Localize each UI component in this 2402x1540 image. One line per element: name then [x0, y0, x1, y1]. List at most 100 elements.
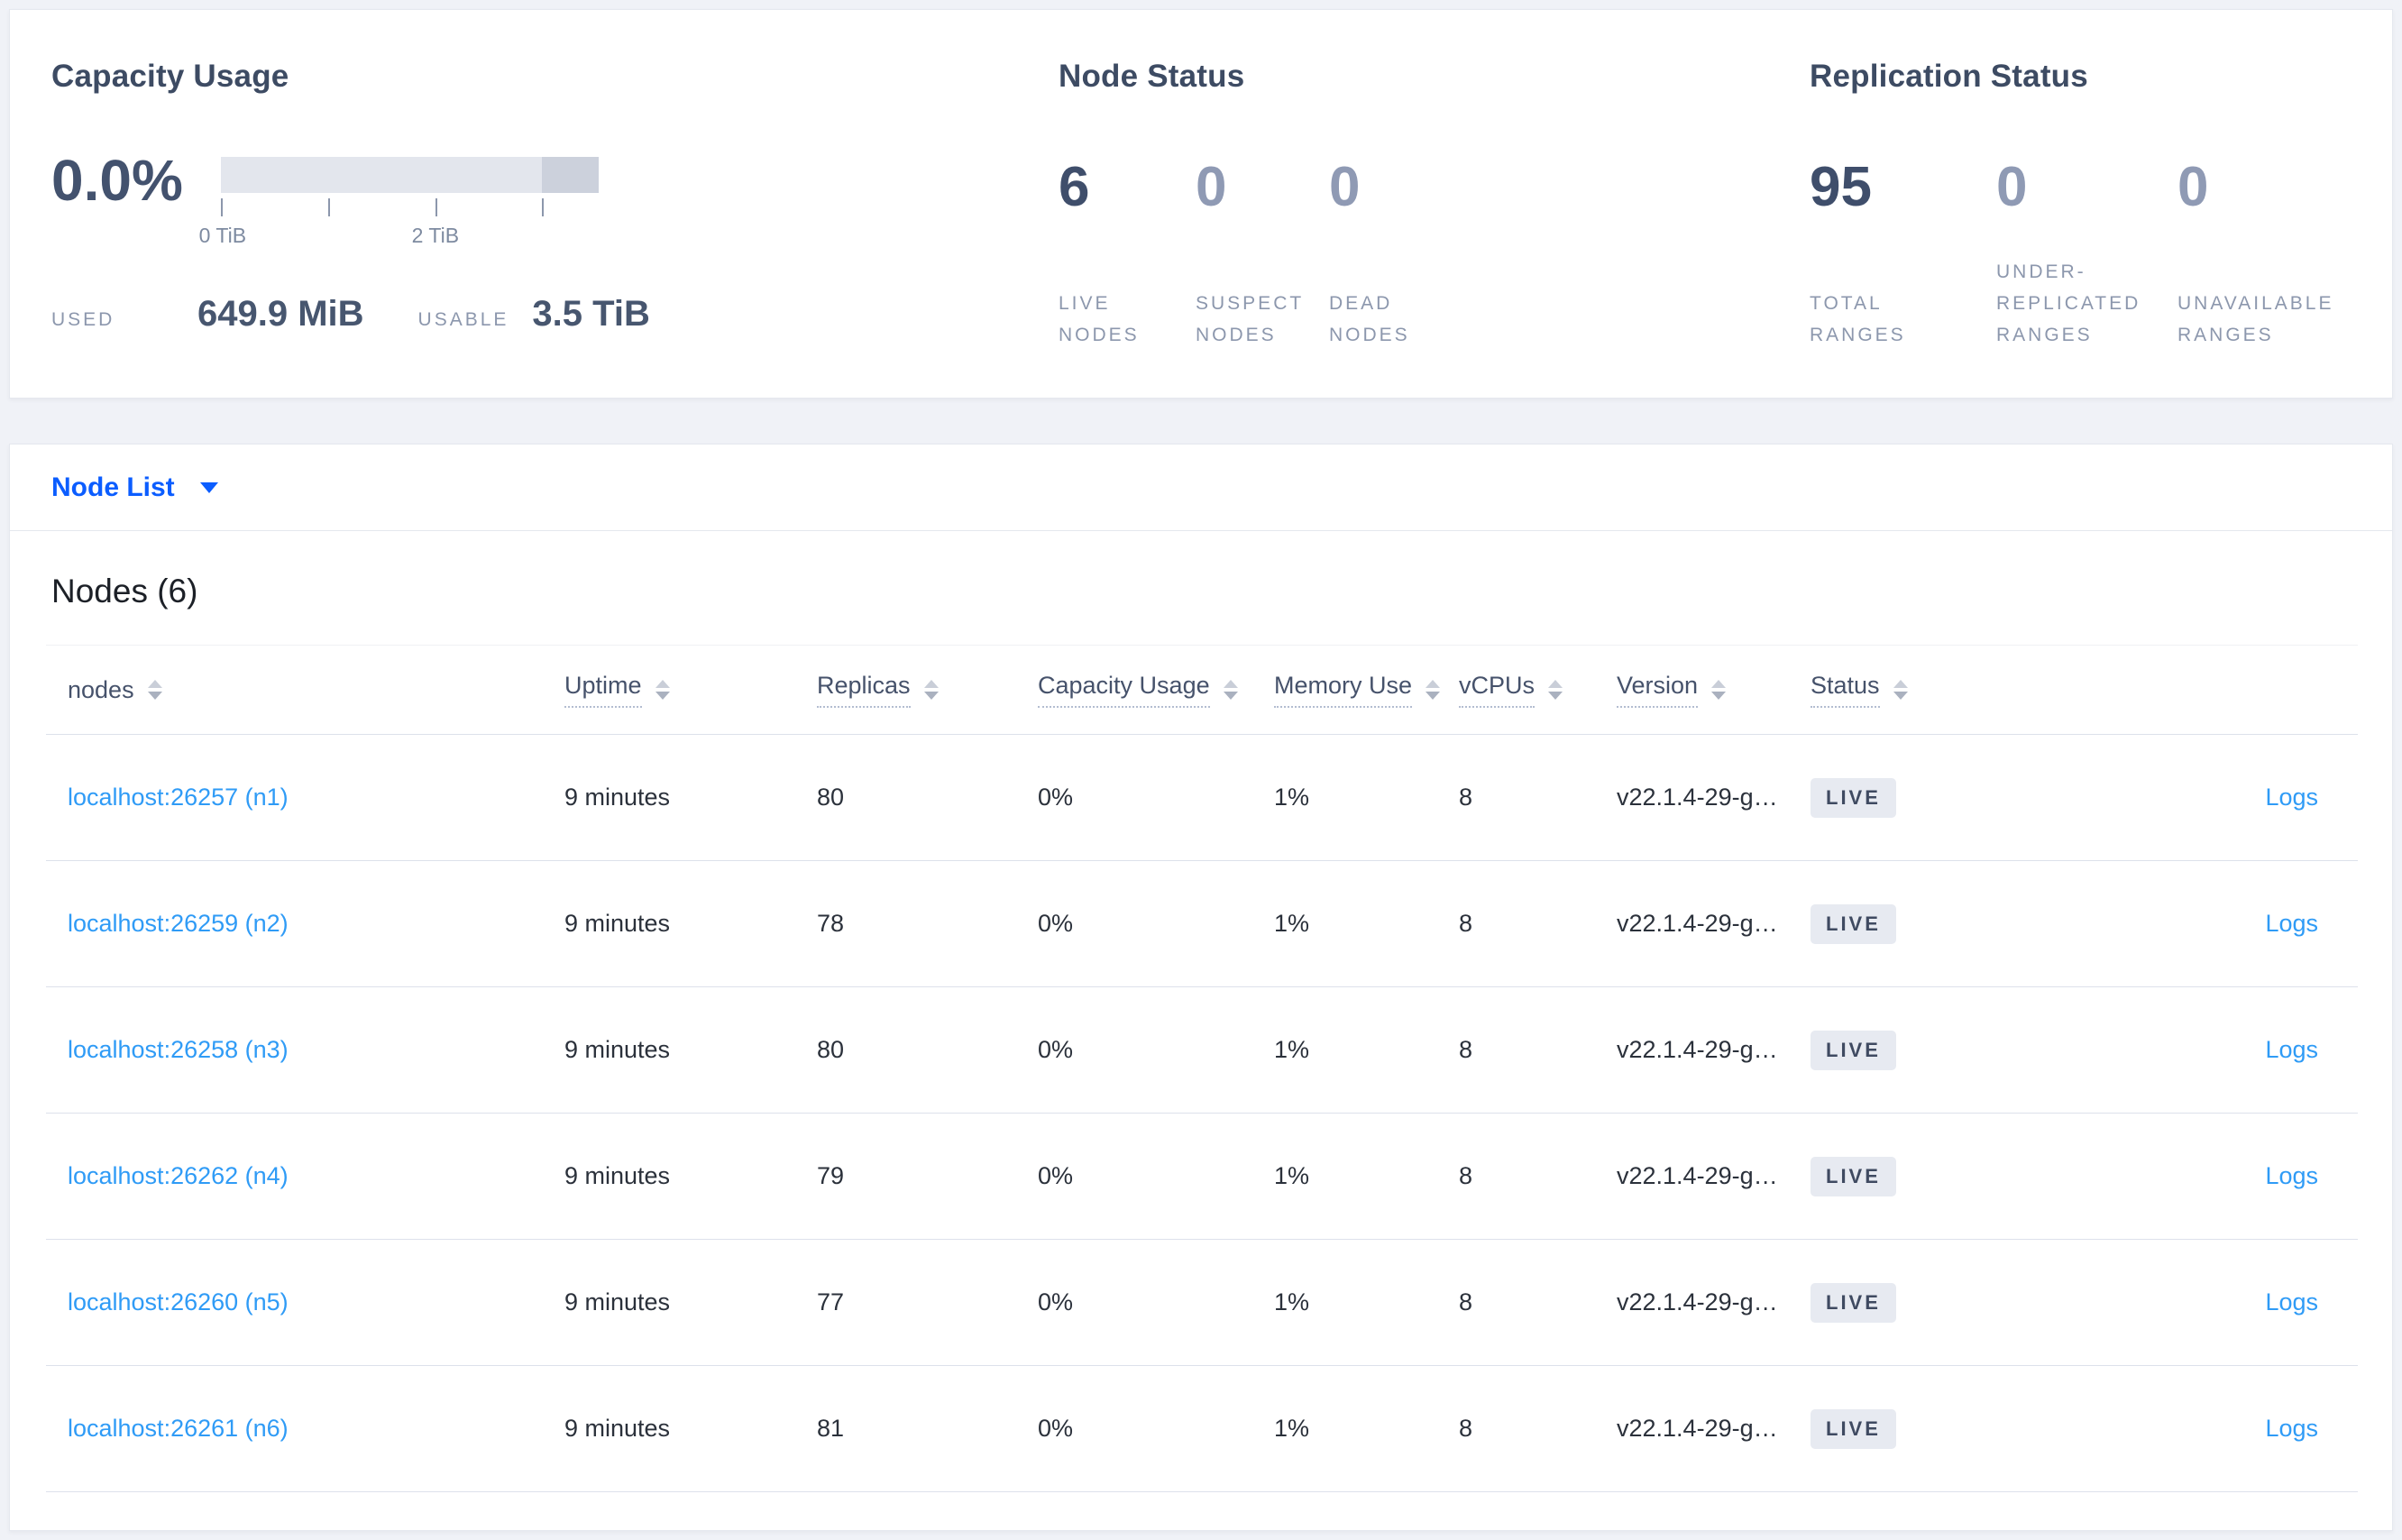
- replicas-cell: 77: [817, 1288, 845, 1315]
- capacity-usage-cell: 0%: [1038, 910, 1074, 937]
- unavailable-ranges-value: 0: [2177, 156, 2209, 218]
- vcpus-cell: 8: [1459, 1288, 1473, 1315]
- capacity-usage-cell: 0%: [1038, 1162, 1074, 1189]
- node-link[interactable]: localhost:26261 (n6): [68, 1415, 289, 1442]
- column-header-capacity-usage[interactable]: Capacity Usage: [1038, 672, 1274, 708]
- capacity-usage-cell: 0%: [1038, 1036, 1074, 1063]
- replicas-cell: 80: [817, 784, 845, 811]
- node-link[interactable]: localhost:26259 (n2): [68, 910, 289, 937]
- sort-icon: [655, 680, 670, 700]
- column-header-uptime[interactable]: Uptime: [564, 672, 817, 708]
- cluster-summary-card: Capacity Usage 0.0% 0 TiB 2 TiB USED 649…: [9, 9, 2393, 399]
- column-header-label: Status: [1811, 672, 1880, 708]
- uptime-cell: 9 minutes: [564, 1415, 671, 1442]
- sort-icon: [923, 680, 939, 700]
- node-list-dropdown[interactable]: Node List: [51, 472, 218, 503]
- sort-icon: [1711, 680, 1727, 700]
- node-link[interactable]: localhost:26258 (n3): [68, 1036, 289, 1063]
- sort-icon: [1426, 680, 1441, 700]
- version-cell: v22.1.4-29-g…: [1617, 1288, 1778, 1315]
- table-row: localhost:26258 (n3) 9 minutes 80 0% 1% …: [46, 987, 2358, 1114]
- version-cell: v22.1.4-29-g…: [1617, 1162, 1778, 1189]
- column-header-version[interactable]: Version: [1617, 672, 1811, 708]
- suspect-nodes-value: 0: [1196, 156, 1227, 218]
- under-replicated-ranges-value: 0: [1996, 156, 2028, 218]
- capacity-usage-bar: 0 TiB 2 TiB: [199, 157, 599, 252]
- capacity-usage-section: Capacity Usage 0.0% 0 TiB 2 TiB USED 649…: [51, 58, 650, 335]
- capacity-bar-used-segment: [541, 157, 599, 193]
- column-header-vcpus[interactable]: vCPUs: [1459, 672, 1617, 708]
- logs-link[interactable]: Logs: [2265, 784, 2318, 811]
- version-cell: v22.1.4-29-g…: [1617, 784, 1778, 811]
- sort-icon: [1223, 680, 1238, 700]
- capacity-bar-track: [220, 157, 599, 193]
- table-header-row: nodes Uptime Replicas Capacity Usage Mem…: [46, 645, 2358, 735]
- usable-label: USABLE: [417, 309, 509, 330]
- memory-use-cell: 1%: [1274, 910, 1310, 937]
- replication-status-title: Replication Status: [1810, 59, 2088, 94]
- table-row: localhost:26257 (n1) 9 minutes 80 0% 1% …: [46, 735, 2358, 861]
- usable-value: 3.5 TiB: [532, 294, 650, 334]
- node-list-card: Node List Nodes (6) nodes Uptime Replica…: [9, 444, 2393, 1531]
- under-replicated-ranges-label: UNDER-REPLICATED RANGES: [1996, 261, 2141, 345]
- uptime-cell: 9 minutes: [564, 784, 671, 811]
- capacity-usage-cell: 0%: [1038, 784, 1074, 811]
- suspect-nodes-stat: 0 SUSPECT NODES: [1196, 159, 1304, 351]
- live-nodes-label: LIVE NODES: [1059, 293, 1140, 345]
- total-ranges-stat: 95 TOTAL RANGES: [1810, 159, 1945, 351]
- logs-link[interactable]: Logs: [2265, 910, 2318, 937]
- version-cell: v22.1.4-29-g…: [1617, 1415, 1778, 1442]
- status-badge: LIVE: [1811, 903, 1896, 944]
- column-header-replicas[interactable]: Replicas: [817, 672, 1038, 708]
- live-nodes-stat: 6 LIVE NODES: [1059, 159, 1158, 351]
- uptime-cell: 9 minutes: [564, 1288, 671, 1315]
- dead-nodes-stat: 0 DEAD NODES: [1329, 159, 1446, 351]
- replicas-cell: 81: [817, 1415, 845, 1442]
- node-link[interactable]: localhost:26260 (n5): [68, 1288, 289, 1315]
- node-link[interactable]: localhost:26262 (n4): [68, 1162, 289, 1189]
- column-header-label: Uptime: [564, 672, 642, 708]
- dead-nodes-label: DEAD NODES: [1329, 293, 1410, 345]
- status-badge: LIVE: [1811, 1282, 1896, 1323]
- column-header-label: Memory Use: [1274, 672, 1413, 708]
- logs-link[interactable]: Logs: [2265, 1288, 2318, 1315]
- column-header-label: Version: [1617, 672, 1699, 708]
- replicas-cell: 78: [817, 910, 845, 937]
- replication-status-section: Replication Status 95 TOTAL RANGES 0 UND…: [1810, 58, 2358, 351]
- uptime-cell: 9 minutes: [564, 1036, 671, 1063]
- logs-link[interactable]: Logs: [2265, 1415, 2318, 1442]
- column-header-nodes[interactable]: nodes: [46, 676, 564, 704]
- table-row: localhost:26261 (n6) 9 minutes 81 0% 1% …: [46, 1366, 2358, 1492]
- column-header-status[interactable]: Status: [1811, 672, 1977, 708]
- node-link[interactable]: localhost:26257 (n1): [68, 784, 289, 811]
- column-header-memory-use[interactable]: Memory Use: [1274, 672, 1459, 708]
- status-badge: LIVE: [1811, 1408, 1896, 1449]
- axis-tick: [435, 198, 437, 216]
- vcpus-cell: 8: [1459, 784, 1473, 811]
- replicas-cell: 80: [817, 1036, 845, 1063]
- nodes-table-title: Nodes (6): [51, 573, 198, 610]
- capacity-usage-title: Capacity Usage: [51, 59, 289, 94]
- node-list-dropdown-label: Node List: [51, 472, 175, 502]
- dead-nodes-value: 0: [1329, 156, 1361, 218]
- column-header-label: Capacity Usage: [1038, 672, 1210, 708]
- logs-link[interactable]: Logs: [2265, 1162, 2318, 1189]
- capacity-usage-cell: 0%: [1038, 1415, 1074, 1442]
- logs-link[interactable]: Logs: [2265, 1036, 2318, 1063]
- table-row: localhost:26262 (n4) 9 minutes 79 0% 1% …: [46, 1114, 2358, 1240]
- memory-use-cell: 1%: [1274, 1415, 1310, 1442]
- memory-use-cell: 1%: [1274, 1162, 1310, 1189]
- axis-tick-label: 0 TiB: [198, 224, 247, 247]
- table-row: localhost:26260 (n5) 9 minutes 77 0% 1% …: [46, 1240, 2358, 1366]
- axis-tick: [541, 198, 544, 216]
- total-ranges-label: TOTAL RANGES: [1810, 293, 1906, 345]
- memory-use-cell: 1%: [1274, 1288, 1310, 1315]
- live-nodes-value: 6: [1059, 156, 1090, 218]
- version-cell: v22.1.4-29-g…: [1617, 1036, 1778, 1063]
- node-status-title: Node Status: [1059, 59, 1245, 94]
- unavailable-ranges-label: UNAVAILABLE RANGES: [2177, 293, 2334, 345]
- vcpus-cell: 8: [1459, 1162, 1473, 1189]
- node-status-section: Node Status 6 LIVE NODES 0 SUSPECT NODES…: [1059, 58, 1446, 351]
- column-header-label: vCPUs: [1459, 672, 1536, 708]
- capacity-usage-cell: 0%: [1038, 1288, 1074, 1315]
